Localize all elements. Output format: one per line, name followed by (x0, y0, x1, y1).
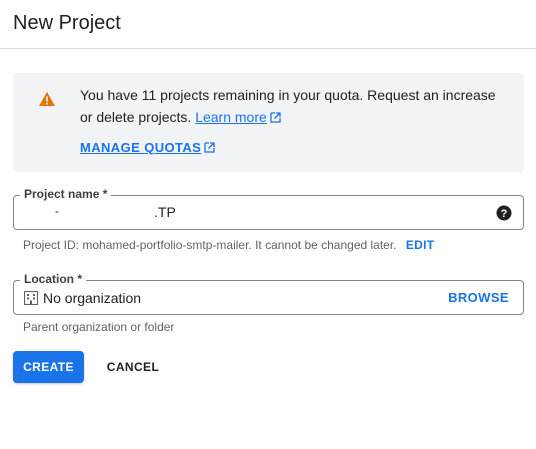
alert-message-block: You have 11 projects remaining in your q… (80, 84, 500, 128)
create-button[interactable]: CREATE (13, 351, 84, 383)
project-id-text: Project ID: mohamed-portfolio-smtp-maile… (23, 238, 397, 252)
open-in-new-icon (204, 142, 215, 153)
location-label: Location * (20, 272, 87, 286)
page-title: New Project (13, 12, 121, 34)
dialog-header: New Project (0, 0, 536, 49)
cancel-button[interactable]: CANCEL (96, 351, 170, 383)
location-helper: Parent organization or folder (23, 320, 175, 334)
location-field[interactable]: Location * No organization BROWSE (13, 272, 524, 315)
project-id-helper: Project ID: mohamed-portfolio-smtp-maile… (23, 238, 434, 252)
project-name-label: Project name * (20, 187, 112, 201)
quota-alert: You have 11 projects remaining in your q… (13, 73, 524, 172)
learn-more-link[interactable]: Learn more (195, 109, 281, 125)
alert-message: You have 11 projects remaining in your q… (80, 87, 496, 125)
location-value: No organization (43, 290, 142, 306)
browse-button[interactable]: BROWSE (448, 290, 509, 305)
project-name-field[interactable]: Project name * - .TP ? (13, 187, 524, 230)
open-in-new-icon (270, 112, 281, 123)
edit-project-id-button[interactable]: EDIT (406, 238, 435, 252)
project-name-value-start: - (55, 204, 59, 218)
warning-icon (39, 92, 55, 106)
building-icon (24, 291, 38, 305)
manage-quotas-link[interactable]: MANAGE QUOTAS (80, 140, 215, 155)
help-icon[interactable]: ? (496, 205, 512, 221)
project-name-value: .TP (154, 204, 176, 220)
svg-text:?: ? (501, 208, 508, 220)
